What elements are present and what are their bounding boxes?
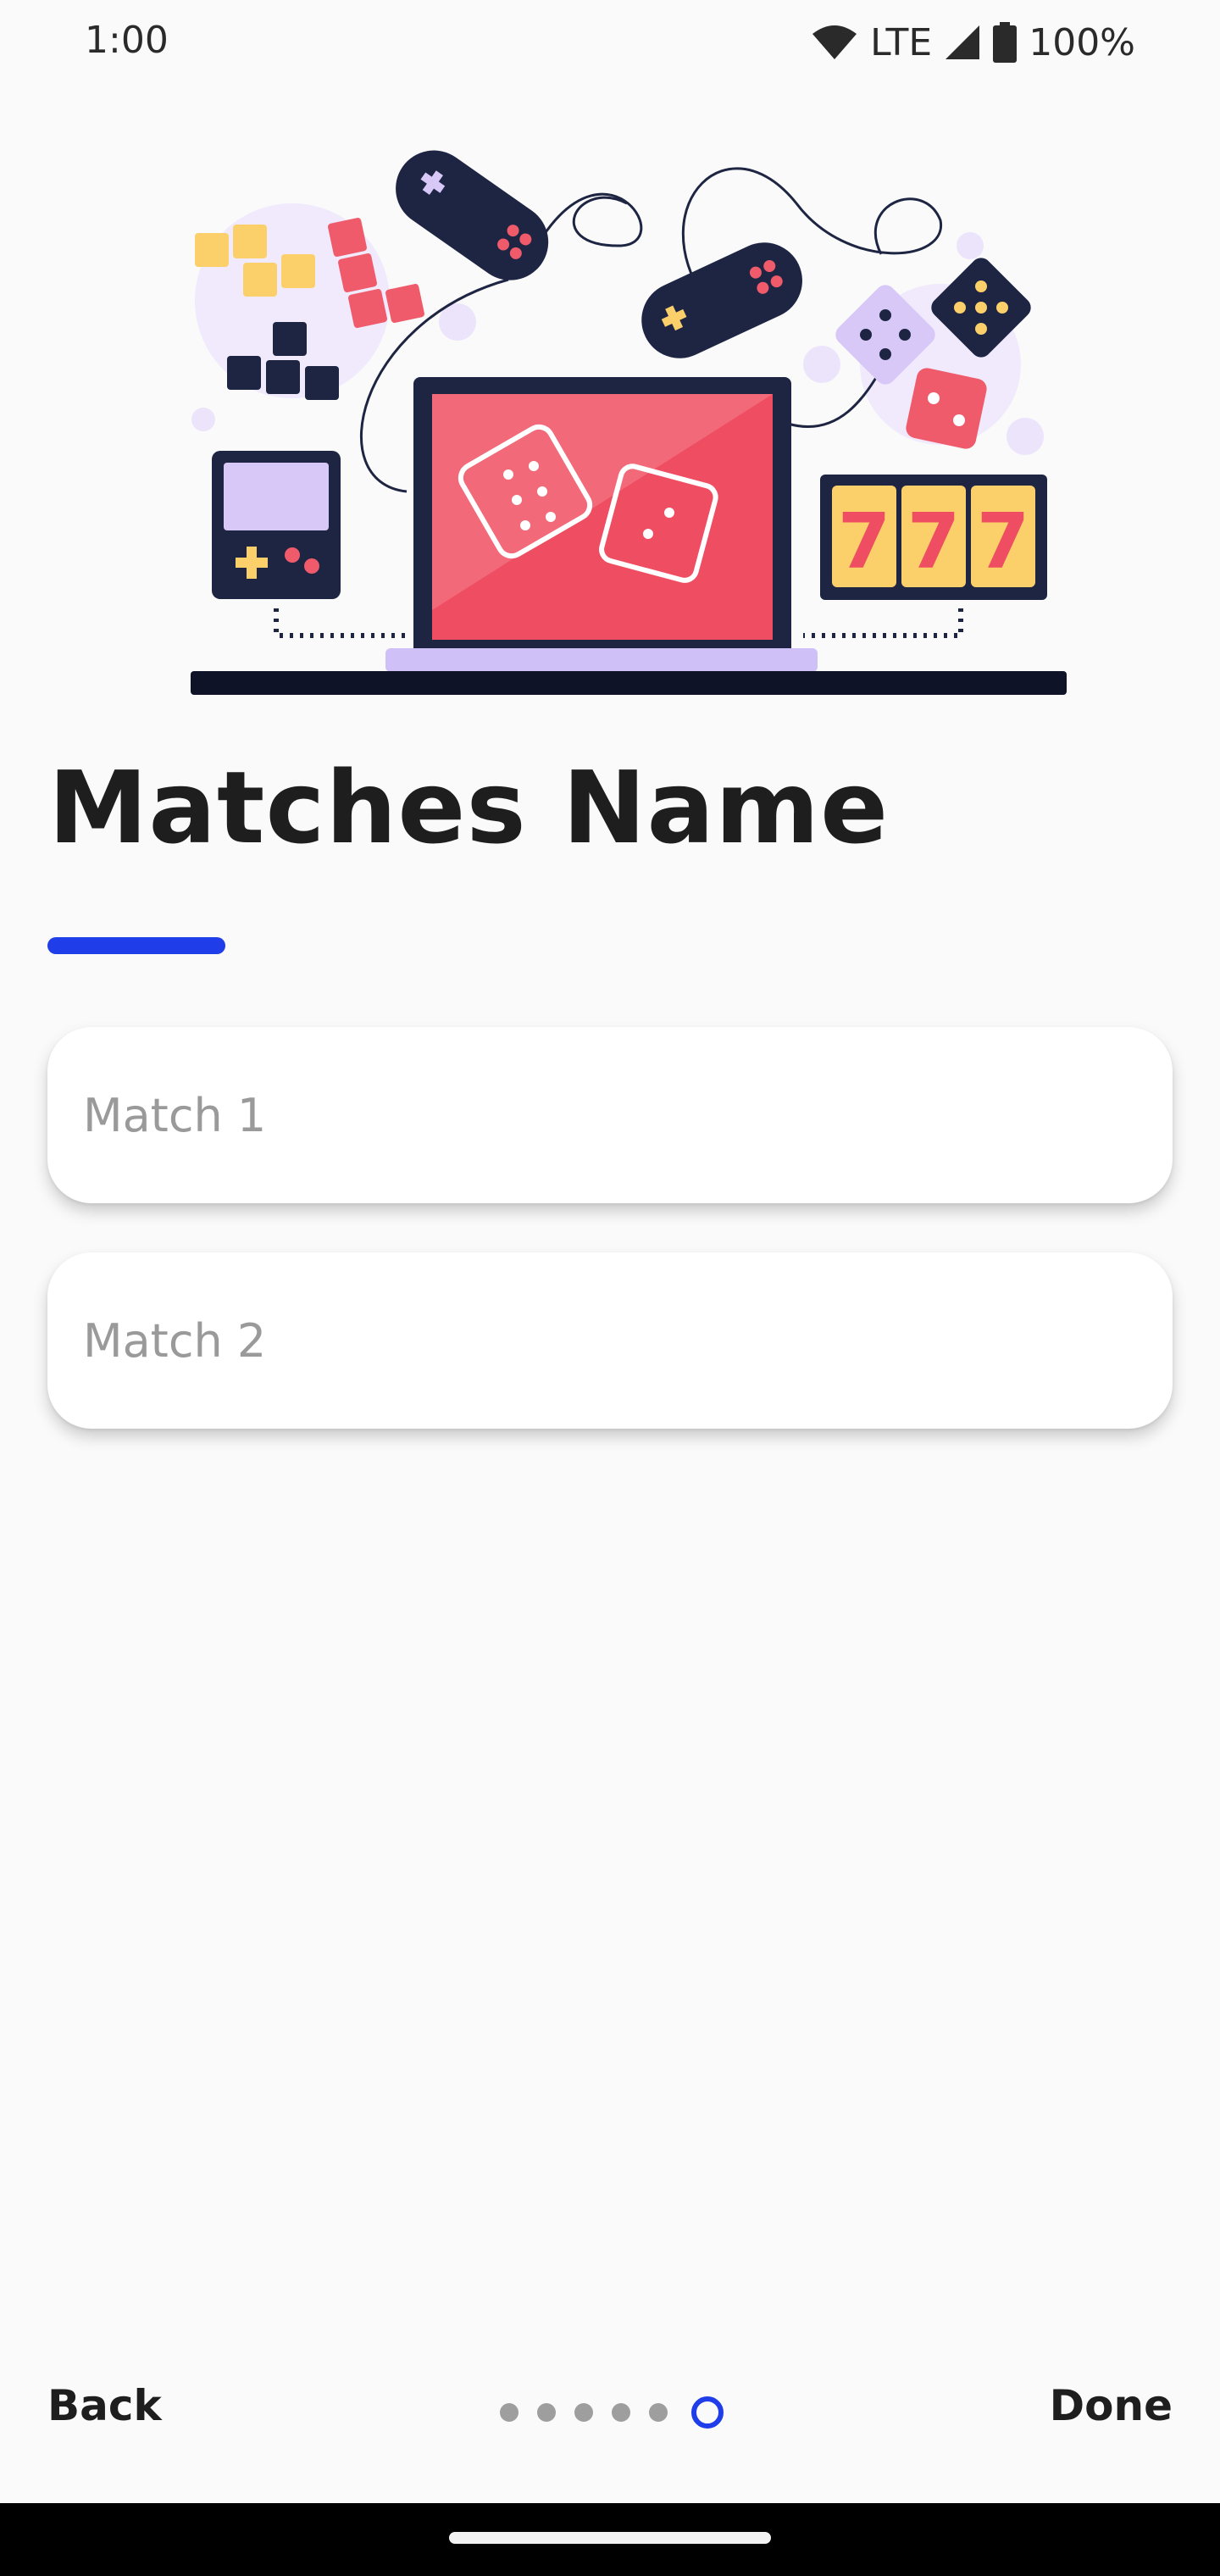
page-dot (574, 2403, 593, 2422)
network-type: LTE (870, 20, 933, 64)
page-dot (612, 2403, 630, 2422)
gaming-illustration: 7 7 7 (0, 102, 1220, 712)
status-bar: 1:00 LTE 100% (0, 0, 1220, 85)
page-dot-active (691, 2396, 724, 2429)
match-2-field[interactable] (47, 1252, 1173, 1429)
back-button[interactable]: Back (47, 2381, 162, 2430)
system-gesture-bar (0, 2503, 1220, 2576)
onboarding-nav: Back Done (0, 2356, 1220, 2466)
home-handle[interactable] (449, 2532, 771, 2544)
slot-digit-3: 7 (977, 497, 1030, 586)
page-title: Matches Name (48, 749, 890, 866)
match-2-input[interactable] (83, 1252, 1134, 1429)
done-button[interactable]: Done (1050, 2381, 1173, 2430)
title-underline (47, 937, 225, 954)
page-dot (649, 2403, 668, 2422)
wifi-icon (811, 24, 858, 61)
page-indicator (500, 2391, 724, 2434)
match-1-input[interactable] (83, 1027, 1134, 1203)
slot-digit-1: 7 (838, 497, 891, 586)
status-time: 1:00 (85, 19, 169, 62)
page-dot (537, 2403, 556, 2422)
match-1-field[interactable] (47, 1027, 1173, 1203)
slot-digit-2: 7 (907, 497, 961, 586)
status-icons: LTE 100% (811, 17, 1135, 68)
battery-level: 100% (1029, 20, 1135, 64)
page-dot (500, 2403, 518, 2422)
battery-icon (993, 22, 1018, 63)
cell-signal-icon (944, 24, 981, 61)
